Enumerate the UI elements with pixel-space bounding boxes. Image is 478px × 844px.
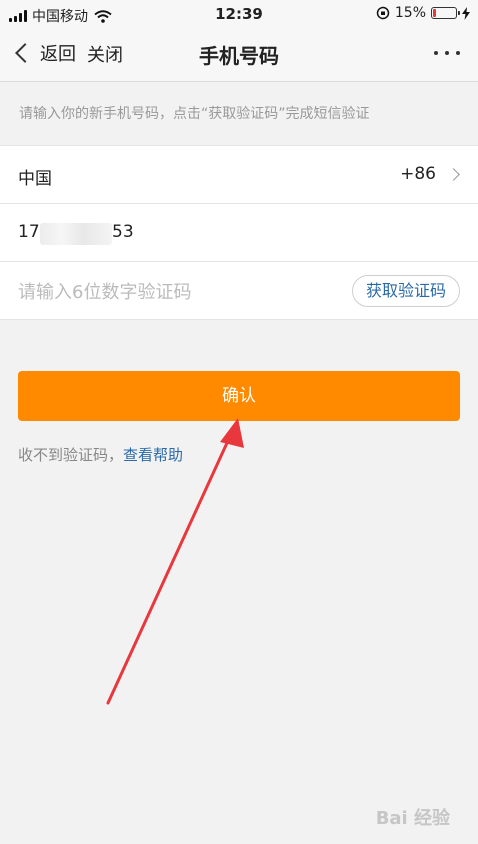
baidu-jingyan-watermark: Bai 经验 [375,808,450,829]
annotation-arrow-icon [106,418,244,705]
